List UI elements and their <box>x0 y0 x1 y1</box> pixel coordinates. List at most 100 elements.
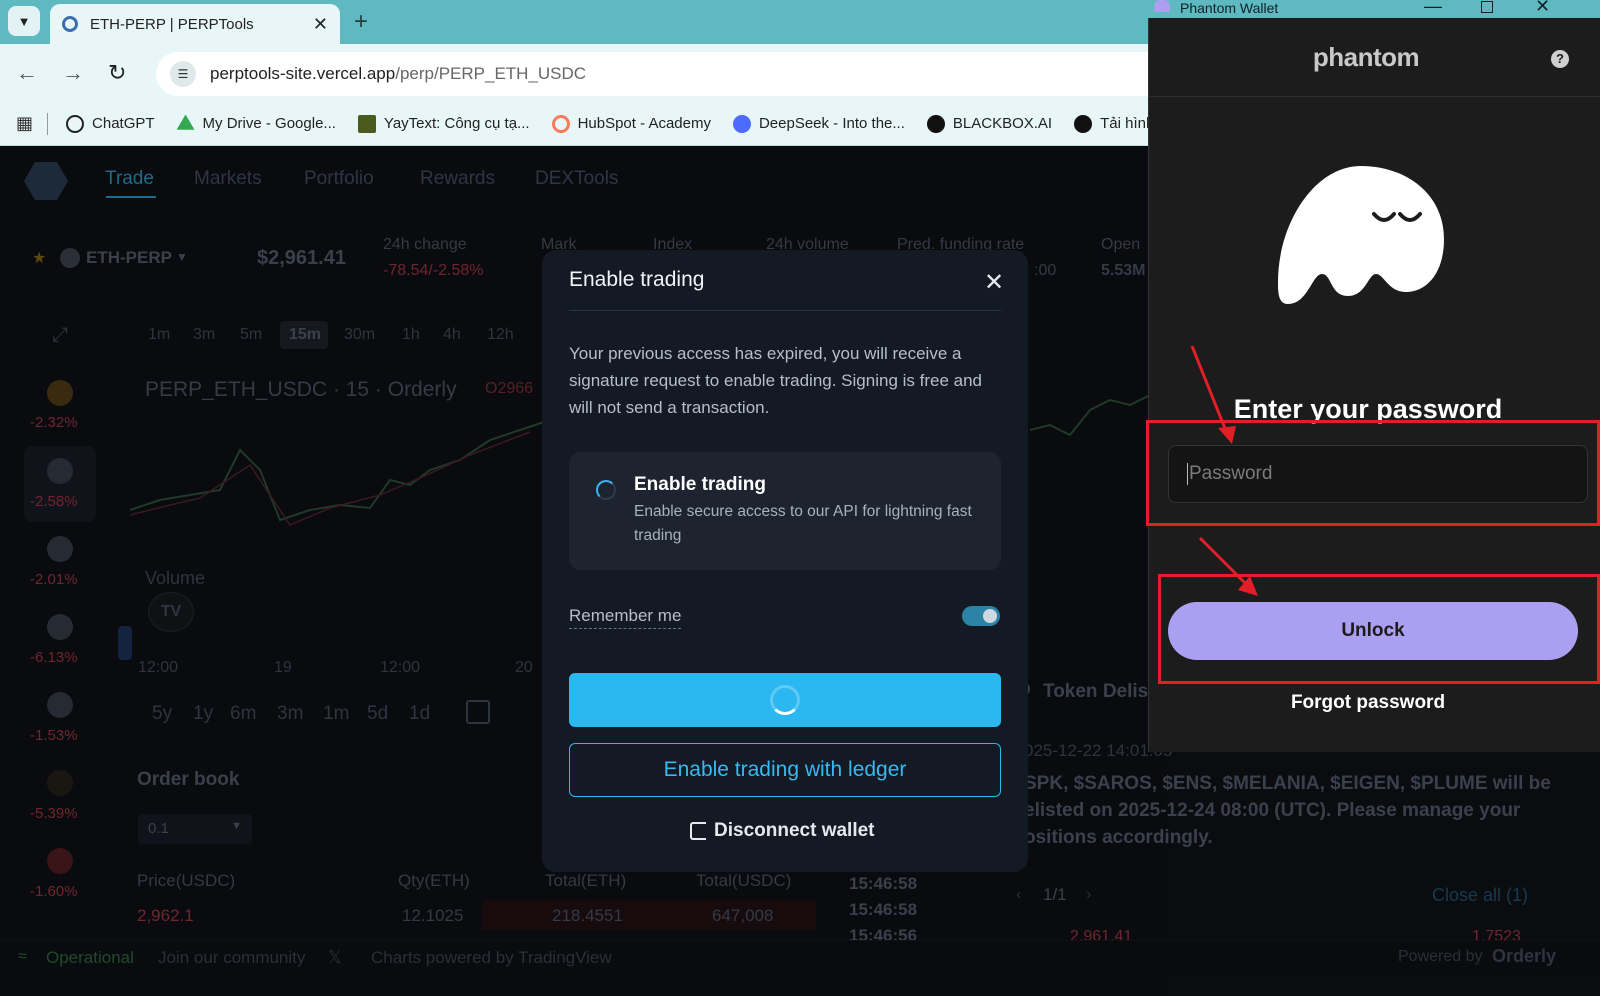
ob-row-total-usdc: 647,008 <box>712 906 774 925</box>
nav-markets[interactable]: Markets <box>194 168 262 190</box>
axis-label: 19 <box>274 659 292 676</box>
range-5y[interactable]: 5y <box>152 703 172 725</box>
ob-row-qty: 12.1025 <box>402 906 464 925</box>
tf-4h[interactable]: 4h <box>443 326 461 344</box>
tf-30m[interactable]: 30m <box>344 326 375 344</box>
forgot-password-link[interactable]: Forgot password <box>1148 692 1588 714</box>
enable-trading-ledger-button[interactable]: Enable trading with ledger <box>569 743 1001 797</box>
enable-trading-button[interactable] <box>569 673 1001 727</box>
site-info-icon[interactable]: ☰ <box>170 61 196 87</box>
btc-coin-icon[interactable] <box>47 380 73 406</box>
bookmark-my-drive[interactable]: My Drive - Google... <box>176 114 336 133</box>
news-line: ositions accordingly. <box>1024 827 1213 848</box>
tf-5m[interactable]: 5m <box>240 326 262 344</box>
tf-1m[interactable]: 1m <box>148 326 170 344</box>
range-3m[interactable]: 3m <box>277 703 303 725</box>
minimize-icon[interactable]: — <box>1424 0 1442 17</box>
expand-icon[interactable]: ⤢ <box>52 324 68 347</box>
modal-divider <box>569 310 1001 311</box>
side-change: -6.13% <box>30 649 78 666</box>
next-page-icon[interactable]: › <box>1086 886 1091 904</box>
nav-rewards[interactable]: Rewards <box>420 168 495 190</box>
bookmark-label: YayText: Công cụ tạ... <box>383 115 530 132</box>
bookmark-chatgpt[interactable]: ChatGPT <box>66 114 155 133</box>
tf-15m[interactable]: 15m <box>289 326 321 344</box>
coin-icon[interactable] <box>47 692 73 718</box>
bookmark-label: DeepSeek - Into the... <box>758 115 905 132</box>
range-1m[interactable]: 1m <box>323 703 349 725</box>
bookmark-blackbox[interactable]: BLACKBOX.AI <box>926 114 1052 133</box>
bookmark-label: My Drive - Google... <box>202 115 336 132</box>
help-icon[interactable]: ? <box>1551 50 1569 68</box>
back-arrow-icon[interactable]: ← <box>16 60 38 86</box>
community-link[interactable]: Join our community <box>158 948 305 968</box>
nav-trade[interactable]: Trade <box>105 168 154 190</box>
range-5d[interactable]: 5d <box>367 703 388 725</box>
phantom-window-title: Phantom Wallet <box>1180 0 1279 16</box>
apps-grid-icon[interactable]: ▦ <box>16 113 33 134</box>
eth-coin-icon[interactable] <box>47 458 73 484</box>
tf-12h[interactable]: 12h <box>487 326 514 344</box>
wifi-icon: ≈ <box>18 948 27 965</box>
reload-icon[interactable]: ↻ <box>108 60 126 86</box>
pagination: 1/1 <box>1043 885 1067 904</box>
maximize-icon[interactable] <box>1481 1 1493 13</box>
funding-rate-value: :00 <box>1034 262 1057 279</box>
tab-search-button[interactable]: ▼ <box>8 6 40 36</box>
arrow-line-2 <box>1198 536 1252 590</box>
bookmark-deepseek[interactable]: DeepSeek - Into the... <box>732 114 905 133</box>
orderbook-step-select[interactable]: 0.1 ▼ <box>138 814 252 844</box>
ob-header-qty: Qty(ETH) <box>398 871 470 890</box>
ob-header-total-eth: Total(ETH) <box>545 871 627 890</box>
disconnect-wallet-button[interactable]: Disconnect wallet <box>690 820 875 842</box>
side-change: -2.32% <box>30 414 78 431</box>
side-change: -5.39% <box>30 805 78 822</box>
address-bar[interactable]: ☰ perptools-site.vercel.app/perp/PERP_ET… <box>156 52 1166 96</box>
bookmark-yaytext[interactable]: YayText: Công cụ tạ... <box>357 114 530 133</box>
prev-page-icon[interactable]: ‹ <box>1016 886 1021 904</box>
coin-icon[interactable] <box>47 614 73 640</box>
price-chart-right <box>1030 394 1150 437</box>
loading-spinner-icon <box>770 685 800 715</box>
coin-icon[interactable] <box>47 770 73 796</box>
coin-icon[interactable] <box>47 848 73 874</box>
calendar-icon[interactable] <box>466 700 490 724</box>
modal-close-icon[interactable]: ✕ <box>984 268 1004 297</box>
new-tab-button[interactable]: + <box>354 8 368 36</box>
orderbook-step-value: 0.1 <box>148 820 169 837</box>
remember-me-toggle[interactable] <box>962 606 1000 626</box>
x-social-icon[interactable]: 𝕏 <box>328 948 342 968</box>
range-6m[interactable]: 6m <box>230 703 256 725</box>
bookmarks-separator <box>47 112 49 135</box>
forward-arrow-icon[interactable]: → <box>62 60 84 86</box>
sol-coin-icon[interactable] <box>47 536 73 562</box>
ob-row-price[interactable]: 2,962.1 <box>137 906 194 926</box>
open-interest-label: Open <box>1101 236 1141 253</box>
panel-collapse-handle[interactable] <box>118 626 132 660</box>
tf-3m[interactable]: 3m <box>193 326 215 344</box>
bookmark-hubspot[interactable]: HubSpot - Academy <box>551 114 711 133</box>
orderbook-title: Order book <box>137 769 240 790</box>
range-1y[interactable]: 1y <box>193 703 213 725</box>
nav-portfolio[interactable]: Portfolio <box>304 168 374 190</box>
nav-dextools[interactable]: DEXTools <box>535 168 618 190</box>
news-line: elisted on 2025-12-24 08:00 (UTC). Pleas… <box>1024 800 1521 821</box>
star-icon[interactable]: ★ <box>32 248 46 268</box>
tf-1h[interactable]: 1h <box>402 326 420 344</box>
window-close-icon[interactable]: ✕ <box>1535 0 1550 17</box>
axis-label: 12:00 <box>380 659 421 676</box>
close-all-button[interactable]: Close all (1) <box>1432 885 1528 906</box>
phantom-brand: phantom <box>1312 42 1420 72</box>
caret-down-icon[interactable]: ▼ <box>176 250 188 264</box>
last-price: $2,961.41 <box>257 247 346 269</box>
tab-title: ETH-PERP | PERPTools <box>90 15 254 33</box>
ghost-body <box>1278 166 1444 304</box>
browser-tab[interactable]: ETH-PERP | PERPTools ✕ <box>50 4 340 44</box>
symbol-selector[interactable]: ETH-PERP <box>86 248 172 268</box>
trade-time: 15:46:58 <box>849 900 918 919</box>
range-1d[interactable]: 1d <box>409 703 430 725</box>
price-chart[interactable] <box>130 390 550 540</box>
close-tab-icon[interactable]: ✕ <box>313 14 328 35</box>
globe-icon <box>1074 114 1093 133</box>
powered-by-text: Powered by <box>1398 948 1483 965</box>
